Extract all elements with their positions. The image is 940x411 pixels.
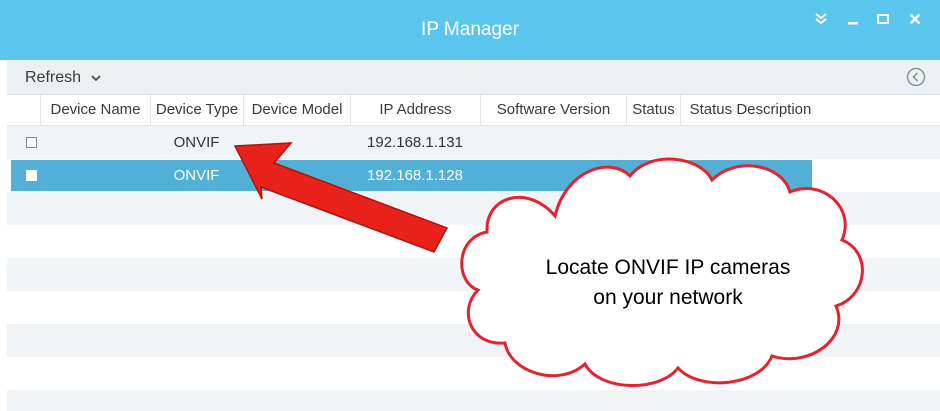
collapse-window-icon[interactable] [810,8,832,30]
minimize-icon[interactable] [842,8,864,30]
empty-row [7,390,940,411]
ip-address-cell: 192.168.1.131 [367,134,463,151]
callout-text: Locate ONVIF IP cameras on your network [490,253,846,313]
column-status-description[interactable]: Status Description [680,95,820,125]
column-ip-address[interactable]: IP Address [350,95,480,125]
column-software-version[interactable]: Software Version [480,95,626,125]
row-checkbox[interactable] [26,170,37,181]
window-title: IP Manager [421,19,519,40]
device-type-cell: ONVIF [173,134,220,151]
maximize-icon[interactable] [872,8,894,30]
ip-address-cell: 192.168.1.128 [367,167,463,184]
column-status[interactable]: Status [626,95,680,125]
column-device-model[interactable]: Device Model [243,95,350,125]
callout-line-1: Locate ONVIF IP cameras [545,256,791,279]
chevron-down-icon[interactable] [91,74,101,82]
column-device-name[interactable]: Device Name [40,95,150,125]
refresh-label: Refresh [25,69,82,86]
row-checkbox[interactable] [26,137,37,148]
table-row-selected[interactable]: ONVIF 192.168.1.128 [11,160,812,191]
column-device-type[interactable]: Device Type [150,95,243,125]
empty-row [7,192,940,225]
collapse-panel-icon[interactable] [905,66,927,88]
close-icon[interactable] [904,8,926,30]
table-header: Device Name Device Type Device Model IP … [7,95,940,126]
empty-row [7,324,940,357]
table-row[interactable]: ONVIF 192.168.1.131 [7,126,940,159]
callout-line-2: on your network [593,286,743,309]
refresh-button[interactable]: Refresh [25,67,101,89]
device-type-cell: ONVIF [173,167,220,184]
toolbar: Refresh [7,60,940,95]
empty-row [7,357,940,390]
